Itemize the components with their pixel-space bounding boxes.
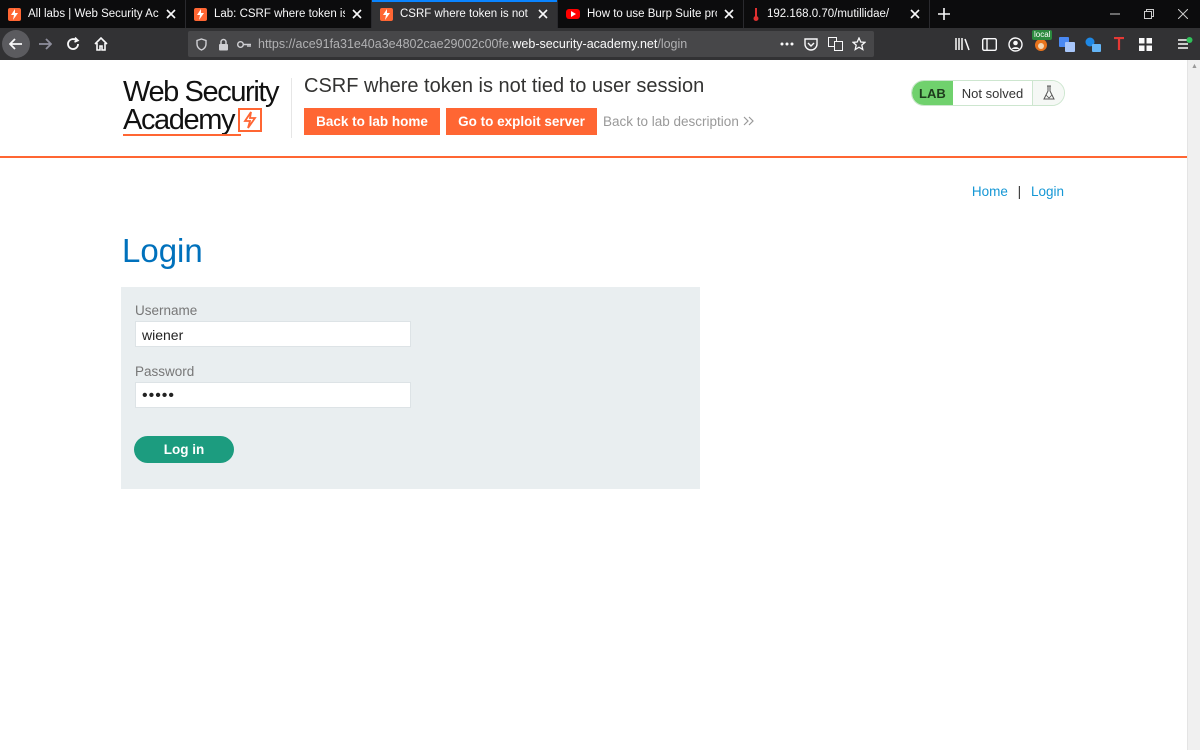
translate-icon[interactable] (826, 35, 844, 53)
lab-label: LAB (912, 81, 953, 105)
username-field[interactable]: wiener (135, 321, 411, 347)
close-icon[interactable] (349, 6, 365, 22)
close-icon[interactable] (163, 6, 179, 22)
back-to-lab-home-button[interactable]: Back to lab home (304, 108, 440, 135)
lab-status-badge: LAB Not solved (911, 80, 1065, 106)
logo-line-2: Academy (123, 104, 235, 136)
more-actions-icon[interactable] (778, 35, 796, 53)
menu-icon[interactable] (1172, 31, 1198, 57)
navigation-toolbar: https://ace91fa31e40a3e4802cae29002c00fe… (0, 28, 1200, 60)
shield-icon[interactable] (192, 35, 210, 53)
youtube-icon (566, 9, 580, 19)
log-in-button[interactable]: Log in (134, 436, 234, 463)
lab-title: CSRF where token is not tied to user ses… (304, 75, 705, 97)
tab-youtube[interactable]: How to use Burp Suite projects (558, 0, 744, 28)
web-security-academy-logo[interactable]: Web Security Academy (123, 76, 289, 136)
flask-icon (1032, 81, 1064, 105)
nav-home-link[interactable]: Home (972, 184, 1008, 199)
home-button[interactable] (88, 31, 114, 57)
burp-bolt-icon (194, 7, 207, 21)
nav-login-link[interactable]: Login (1031, 184, 1064, 199)
logo-line-1: Web Security (123, 76, 280, 108)
tab-title: CSRF where token is not tied to user (400, 8, 531, 20)
bookmark-star-icon[interactable] (850, 35, 868, 53)
tab-title: 192.168.0.70/mutillidae/ (767, 8, 890, 20)
close-icon[interactable] (535, 6, 551, 22)
new-tab-button[interactable] (930, 0, 958, 28)
page-title: Login (122, 232, 203, 269)
account-icon[interactable] (1002, 31, 1028, 57)
tab-title: How to use Burp Suite projects (587, 8, 717, 20)
tab-strip: All labs | Web Security Academy Lab: CSR… (0, 0, 1200, 28)
local-badge: local (1032, 30, 1053, 40)
restore-icon[interactable] (1132, 0, 1166, 28)
minimize-icon[interactable] (1098, 0, 1132, 28)
url-actions (778, 31, 868, 57)
extensions-grid-icon[interactable] (1132, 31, 1158, 57)
language-extension-icon[interactable] (1080, 31, 1106, 57)
pocket-icon[interactable] (802, 35, 820, 53)
tab-csrf-active[interactable]: CSRF where token is not tied to user (372, 0, 558, 28)
thermometer-icon (752, 7, 760, 21)
url-text[interactable]: https://ace91fa31e40a3e4802cae29002c00fe… (258, 37, 687, 51)
foxyproxy-extension-icon[interactable]: local (1028, 30, 1054, 57)
url-host: web-security-academy.net (512, 37, 658, 51)
forward-button[interactable] (32, 31, 58, 57)
vertical-scrollbar[interactable]: ▲ (1187, 60, 1200, 750)
page-content: Web Security Academy CSRF where token is… (0, 60, 1187, 750)
close-icon[interactable] (721, 6, 737, 22)
tab-title: All labs | Web Security Academy (28, 8, 159, 20)
library-icon[interactable] (950, 31, 976, 57)
password-field[interactable]: ••••• (135, 382, 411, 408)
reload-button[interactable] (60, 31, 86, 57)
url-prefix: https://ace91fa31e40a3e4802cae29002c00fe… (258, 37, 513, 51)
sidebar-icon[interactable] (976, 31, 1002, 57)
top-navigation: Home | Login (972, 184, 1064, 199)
header-divider (291, 78, 292, 138)
header-orange-rule (0, 156, 1187, 158)
tab-all-labs[interactable]: All labs | Web Security Academy (0, 0, 186, 28)
close-icon[interactable] (907, 6, 923, 22)
key-icon[interactable] (236, 35, 252, 53)
bolt-logo-icon (238, 108, 263, 132)
burp-bolt-icon (380, 7, 393, 21)
address-bar[interactable]: https://ace91fa31e40a3e4802cae29002c00fe… (188, 31, 874, 57)
toolbar-right: local (950, 30, 1198, 57)
double-chevron-right-icon (743, 114, 754, 129)
scroll-up-icon[interactable]: ▲ (1188, 60, 1200, 73)
tab-lab-csrf[interactable]: Lab: CSRF where token is not tied (186, 0, 372, 28)
login-form: Username wiener Password ••••• Log in (121, 287, 700, 489)
lab-status-text: Not solved (961, 85, 1024, 101)
logo-underline (123, 134, 241, 136)
back-to-lab-description-label: Back to lab description (603, 114, 739, 129)
tab-mutillidae[interactable]: 192.168.0.70/mutillidae/ (744, 0, 930, 28)
username-label: Username (135, 303, 198, 318)
back-to-lab-description-link[interactable]: Back to lab description (603, 114, 754, 129)
window-controls (1098, 0, 1200, 28)
url-path: /login (657, 37, 688, 51)
burp-bolt-icon (8, 7, 21, 21)
go-to-exploit-server-button[interactable]: Go to exploit server (446, 108, 597, 135)
translate-extension-icon[interactable] (1054, 31, 1080, 57)
back-button[interactable] (2, 30, 30, 58)
t-extension-icon[interactable] (1106, 31, 1132, 57)
nav-separator: | (1017, 184, 1022, 199)
window-close-icon[interactable] (1166, 0, 1200, 28)
logo-line-2-wrap: Academy (123, 104, 289, 136)
tab-title: Lab: CSRF where token is not tied (214, 8, 345, 20)
password-label: Password (135, 364, 195, 379)
lock-icon[interactable] (214, 35, 232, 53)
